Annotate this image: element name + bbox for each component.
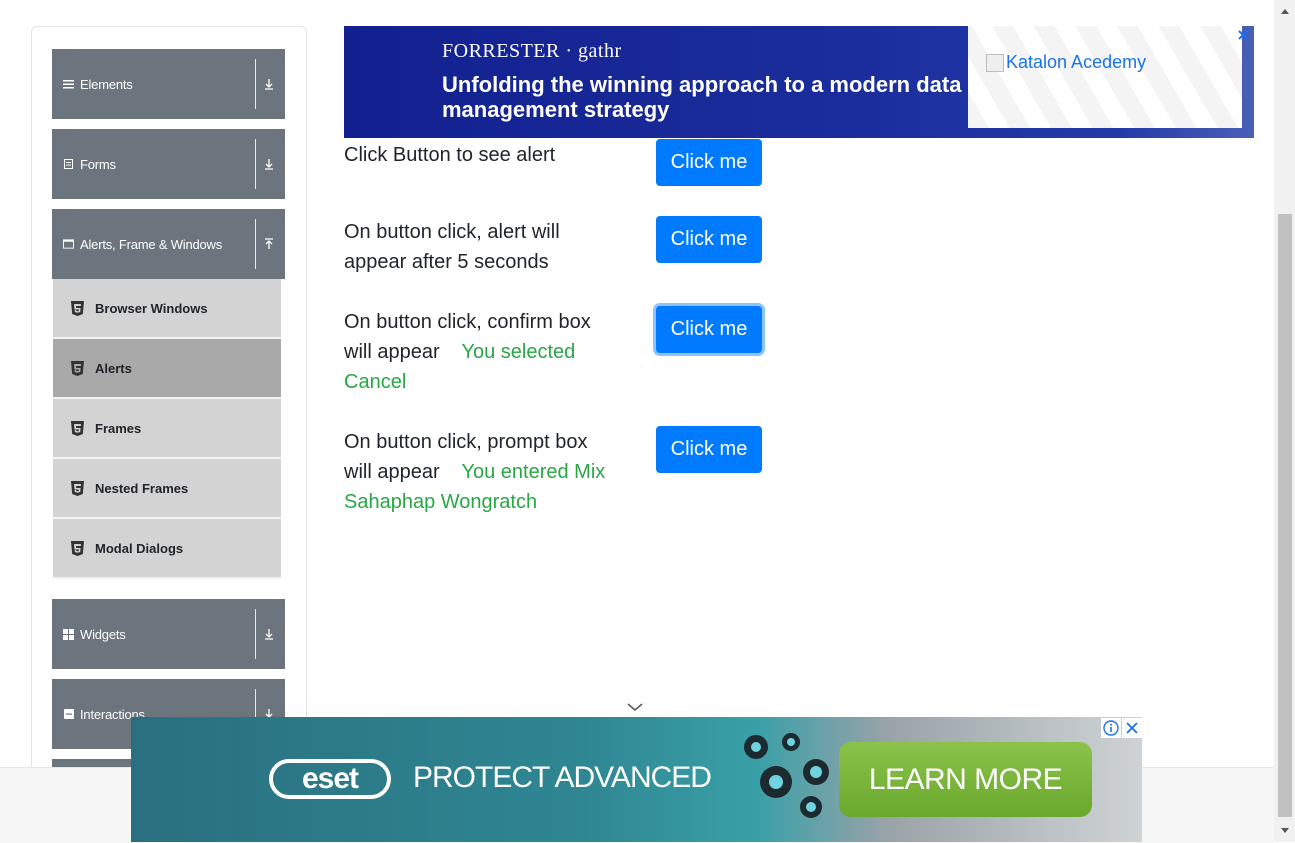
left-panel: Elements Forms Alerts, Frame & Windows B… (31, 26, 307, 788)
alert-row-text: Click Button to see alert (344, 140, 614, 170)
sidebar-item-label: Nested Frames (95, 480, 189, 496)
html5-icon (70, 420, 84, 436)
hamburger-icon (63, 79, 74, 90)
close-icon[interactable] (1122, 718, 1142, 738)
scroll-down-arrow-icon[interactable] (1278, 824, 1292, 838)
learn-more-button[interactable]: LEARN MORE (839, 742, 1092, 817)
bottom-banner-ad[interactable]: eset PROTECT ADVANCED LEARN MORE (131, 717, 1142, 842)
sidebar-item-nested-frames[interactable]: Nested Frames (53, 459, 281, 519)
sidebar-item-label: Frames (95, 420, 142, 436)
timer-alert-row-text: On button click, alert will appear after… (344, 217, 614, 277)
group-header-elements[interactable]: Elements (52, 49, 285, 119)
alert-description: Click Button to see alert (344, 144, 556, 166)
html5-icon (70, 480, 84, 496)
divider (255, 59, 256, 109)
ad-brand: FORRESTER · gathr (442, 40, 622, 62)
widgets-icon (63, 628, 74, 640)
form-icon (63, 159, 74, 170)
confirm-button[interactable]: Click me (656, 306, 762, 353)
eset-logo: eset (269, 759, 391, 799)
scroll-thumb[interactable] (1278, 214, 1292, 817)
divider (255, 219, 256, 269)
prompt-button[interactable]: Click me (656, 426, 762, 473)
alert-button[interactable]: Click me (656, 139, 762, 186)
info-icon[interactable] (1101, 718, 1121, 738)
timer-alert-button[interactable]: Click me (656, 216, 762, 263)
html5-icon (70, 300, 84, 316)
chevron-up-icon[interactable] (263, 236, 275, 252)
window-icon (63, 239, 74, 250)
sidebar-item-modal-dialogs[interactable]: Modal Dialogs (53, 519, 281, 579)
html5-icon (70, 540, 84, 556)
chevron-down-icon[interactable] (263, 626, 275, 642)
chevron-down-icon[interactable] (626, 700, 644, 712)
timer-alert-description: On button click, alert will appear after… (344, 221, 560, 273)
sidebar-item-browser-windows[interactable]: Browser Windows (53, 279, 281, 339)
ad-tagline: PROTECT ADVANCED (413, 761, 712, 794)
group-header-forms[interactable]: Forms (52, 129, 285, 199)
sidebar-item-alerts[interactable]: Alerts (53, 339, 281, 399)
group-header-alerts-frame-windows[interactable]: Alerts, Frame & Windows (52, 209, 285, 279)
sidebar-item-frames[interactable]: Frames (53, 399, 281, 459)
chevron-down-icon[interactable] (263, 156, 275, 172)
prompt-row-text: On button click, prompt box will appear … (344, 427, 614, 517)
chevron-down-icon[interactable] (263, 76, 275, 92)
scroll-up-arrow-icon[interactable] (1278, 4, 1292, 18)
sidebar-item-label: Alerts (95, 360, 132, 376)
vertical-scrollbar[interactable] (1274, 0, 1295, 842)
interactions-icon (63, 709, 74, 720)
broken-image-icon (986, 53, 1004, 72)
katalon-ad[interactable]: Katalon Acedemy (968, 26, 1242, 128)
ad-graphic (744, 733, 829, 818)
sidebar-item-label: Modal Dialogs (95, 540, 184, 556)
sidebar-item-label: Browser Windows (95, 300, 208, 316)
group-header-widgets[interactable]: Widgets (52, 599, 285, 669)
divider (255, 139, 256, 189)
ad-headline: Unfolding the winning approach to a mode… (442, 72, 962, 122)
katalon-ad-alt-text: Katalon Acedemy (1006, 52, 1147, 72)
divider (255, 609, 256, 659)
katalon-ad-link[interactable]: Katalon Acedemy (986, 52, 1146, 73)
close-icon[interactable] (1236, 28, 1252, 44)
confirm-row-text: On button click, confirm box will appear… (344, 307, 614, 397)
html5-icon (70, 360, 84, 376)
